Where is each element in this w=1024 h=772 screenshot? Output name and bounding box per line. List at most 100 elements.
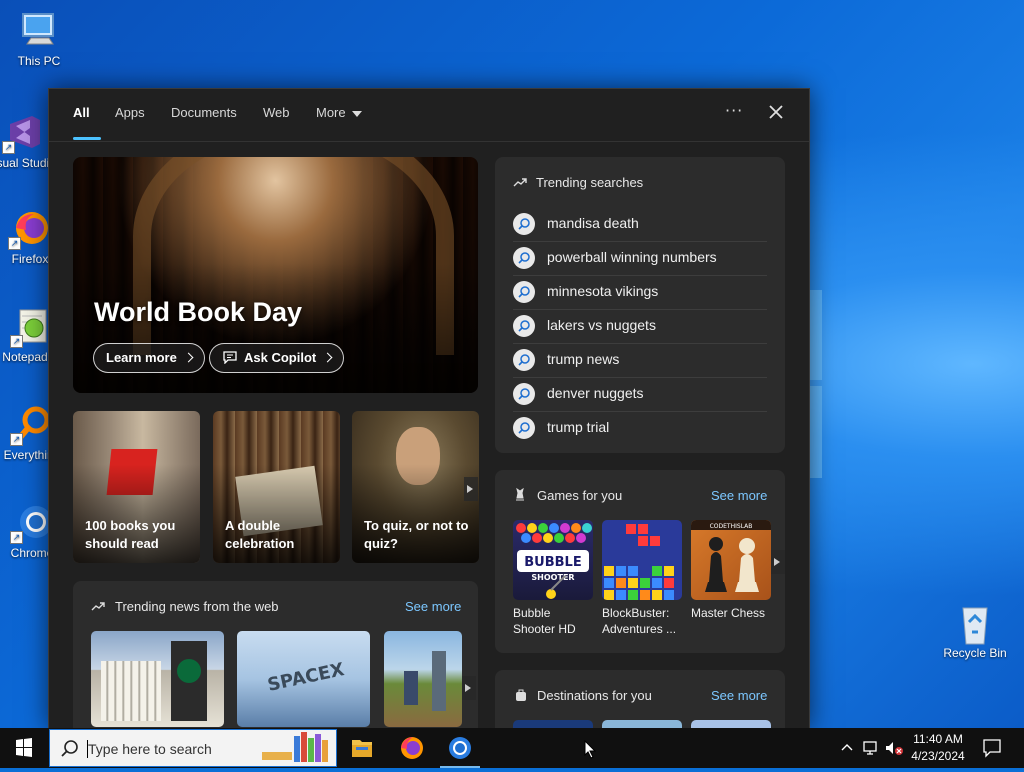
see-more-link[interactable]: See more [711,488,767,503]
start-button[interactable] [0,728,48,768]
tab-more[interactable]: More [316,105,362,120]
taskbar: Type here to search 11:40 AM 4/23/2024 [0,728,1024,768]
search-tabs: All Apps Documents Web More ··· [49,89,809,142]
clock-time: 11:40 AM [913,732,963,746]
section-title: Trending searches [536,175,644,190]
network-icon[interactable] [862,740,880,756]
tab-documents[interactable]: Documents [171,105,237,120]
chess-icon [516,487,524,501]
game-blockbuster[interactable]: BlockBuster: Adventures ... [602,520,682,637]
clock-date: 4/23/2024 [911,749,965,763]
section-title: Trending news from the web [115,599,279,614]
mouse-cursor-icon [584,740,597,759]
tab-apps[interactable]: Apps [115,105,145,120]
search-icon [513,213,535,235]
games-section: Games for you See more BUBBLE SHOOTER Bu… [495,470,785,653]
card-to-quiz[interactable]: To quiz, or not to quiz? [352,411,479,563]
trending-search-item[interactable]: minnesota vikings [513,275,767,310]
game-name-line: Adventures ... [602,622,677,636]
game-thumbnail [602,520,682,600]
search-placeholder: Type here to search [88,741,212,757]
news-thumb-supreme-court[interactable] [91,631,224,727]
everything-icon: ↗ [10,404,52,446]
cards-next-button[interactable] [464,477,478,501]
trending-search-item[interactable]: powerball winning numbers [513,241,767,276]
starbucks-logo [177,659,201,683]
tab-all[interactable]: All [73,105,90,120]
learn-more-button[interactable]: Learn more [93,343,205,373]
desktop-icon-label: Recycle Bin [943,646,1007,660]
windows-logo-pane [808,290,822,380]
news-thumb-spacex[interactable]: SPACEX [237,631,370,727]
notification-icon[interactable] [982,738,1002,758]
person-image [404,671,418,705]
card-100-books[interactable]: 100 books you should read [73,411,200,563]
active-tab-indicator [73,137,101,140]
game-master-chess[interactable]: CODETHISLAB Master Chess [691,520,771,621]
games-next-button[interactable] [771,550,785,574]
game-bubble-shooter[interactable]: BUBBLE SHOOTER Bubble Shooter HD [513,520,593,637]
trending-search-item[interactable]: trump trial [513,411,767,445]
bubble-logo: BUBBLE [524,555,581,570]
search-icon [513,349,535,371]
see-more-link[interactable]: See more [405,599,461,614]
search-icon [513,247,535,269]
game-name-line: Bubble [513,606,551,620]
game-name-line: BlockBuster: [602,606,670,620]
desktop-icon-label: This PC [17,54,61,68]
search-flyout: All Apps Documents Web More ··· World Bo… [48,88,810,730]
hero-title: World Book Day [94,297,303,327]
ellipsis-icon[interactable]: ··· [725,101,743,120]
news-next-button[interactable] [462,676,476,700]
taskbar-chrome[interactable] [436,728,484,768]
tab-web[interactable]: Web [263,105,290,120]
taskbar-file-explorer[interactable] [338,728,386,768]
windows-logo-pane [808,386,822,478]
columns-image [101,661,161,721]
section-title: Games for you [537,488,623,503]
desktop-icon-this-pc[interactable]: This PC [1,10,77,68]
taskbar-firefox[interactable] [388,728,436,768]
see-more-link[interactable]: See more [711,688,767,703]
firefox-icon: ↗ [8,208,50,250]
trending-search-item[interactable]: lakers vs nuggets [513,309,767,344]
game-name-line: Shooter HD [513,622,576,636]
game-thumbnail: BUBBLE SHOOTER [513,520,593,600]
chevron-right-icon [183,352,194,363]
codethislab-brand: CODETHISLAB [710,523,753,530]
search-text: powerball winning numbers [547,249,717,265]
desktop-icon-recycle-bin[interactable]: Recycle Bin [937,602,1013,660]
luggage-icon [516,689,526,701]
taskbar-search-box[interactable]: Type here to search [49,729,337,767]
trending-search-item[interactable]: trump news [513,343,767,378]
chevron-down-icon [351,110,362,117]
notepadpp-icon: ↗ [10,306,52,348]
section-title: Destinations for you [537,688,652,703]
search-text: trump trial [547,419,610,435]
trending-search-item[interactable]: denver nuggets [513,377,767,412]
ask-copilot-label: Ask Copilot [244,350,317,365]
chrome-icon [449,737,471,759]
folder-icon [352,740,372,757]
search-text: lakers vs nuggets [547,317,656,333]
learn-more-label: Learn more [106,350,177,365]
game-thumbnail: CODETHISLAB [691,520,771,600]
card-double-celebration[interactable]: A double celebration [213,411,340,563]
computer-icon [19,10,59,50]
hero-card-world-book-day[interactable]: World Book Day Learn more Ask Copilot [73,157,478,393]
ask-copilot-button[interactable]: Ask Copilot [209,343,345,373]
person-image [432,651,446,711]
news-thumb-planting[interactable] [384,631,462,727]
clock[interactable]: 11:40 AM 4/23/2024 [900,731,976,765]
trending-searches-section: Trending searches mandisa death powerbal… [495,157,785,453]
search-text: denver nuggets [547,385,644,401]
visual-studio-icon: ↗ [2,112,44,154]
search-icon [513,315,535,337]
trending-search-item[interactable]: mandisa death [513,207,767,242]
chevron-up-icon[interactable] [840,741,854,755]
chat-icon [223,351,237,365]
search-text: mandisa death [547,215,639,231]
firefox-icon [401,737,423,759]
trending-icon [91,602,105,611]
close-button[interactable] [765,101,787,123]
